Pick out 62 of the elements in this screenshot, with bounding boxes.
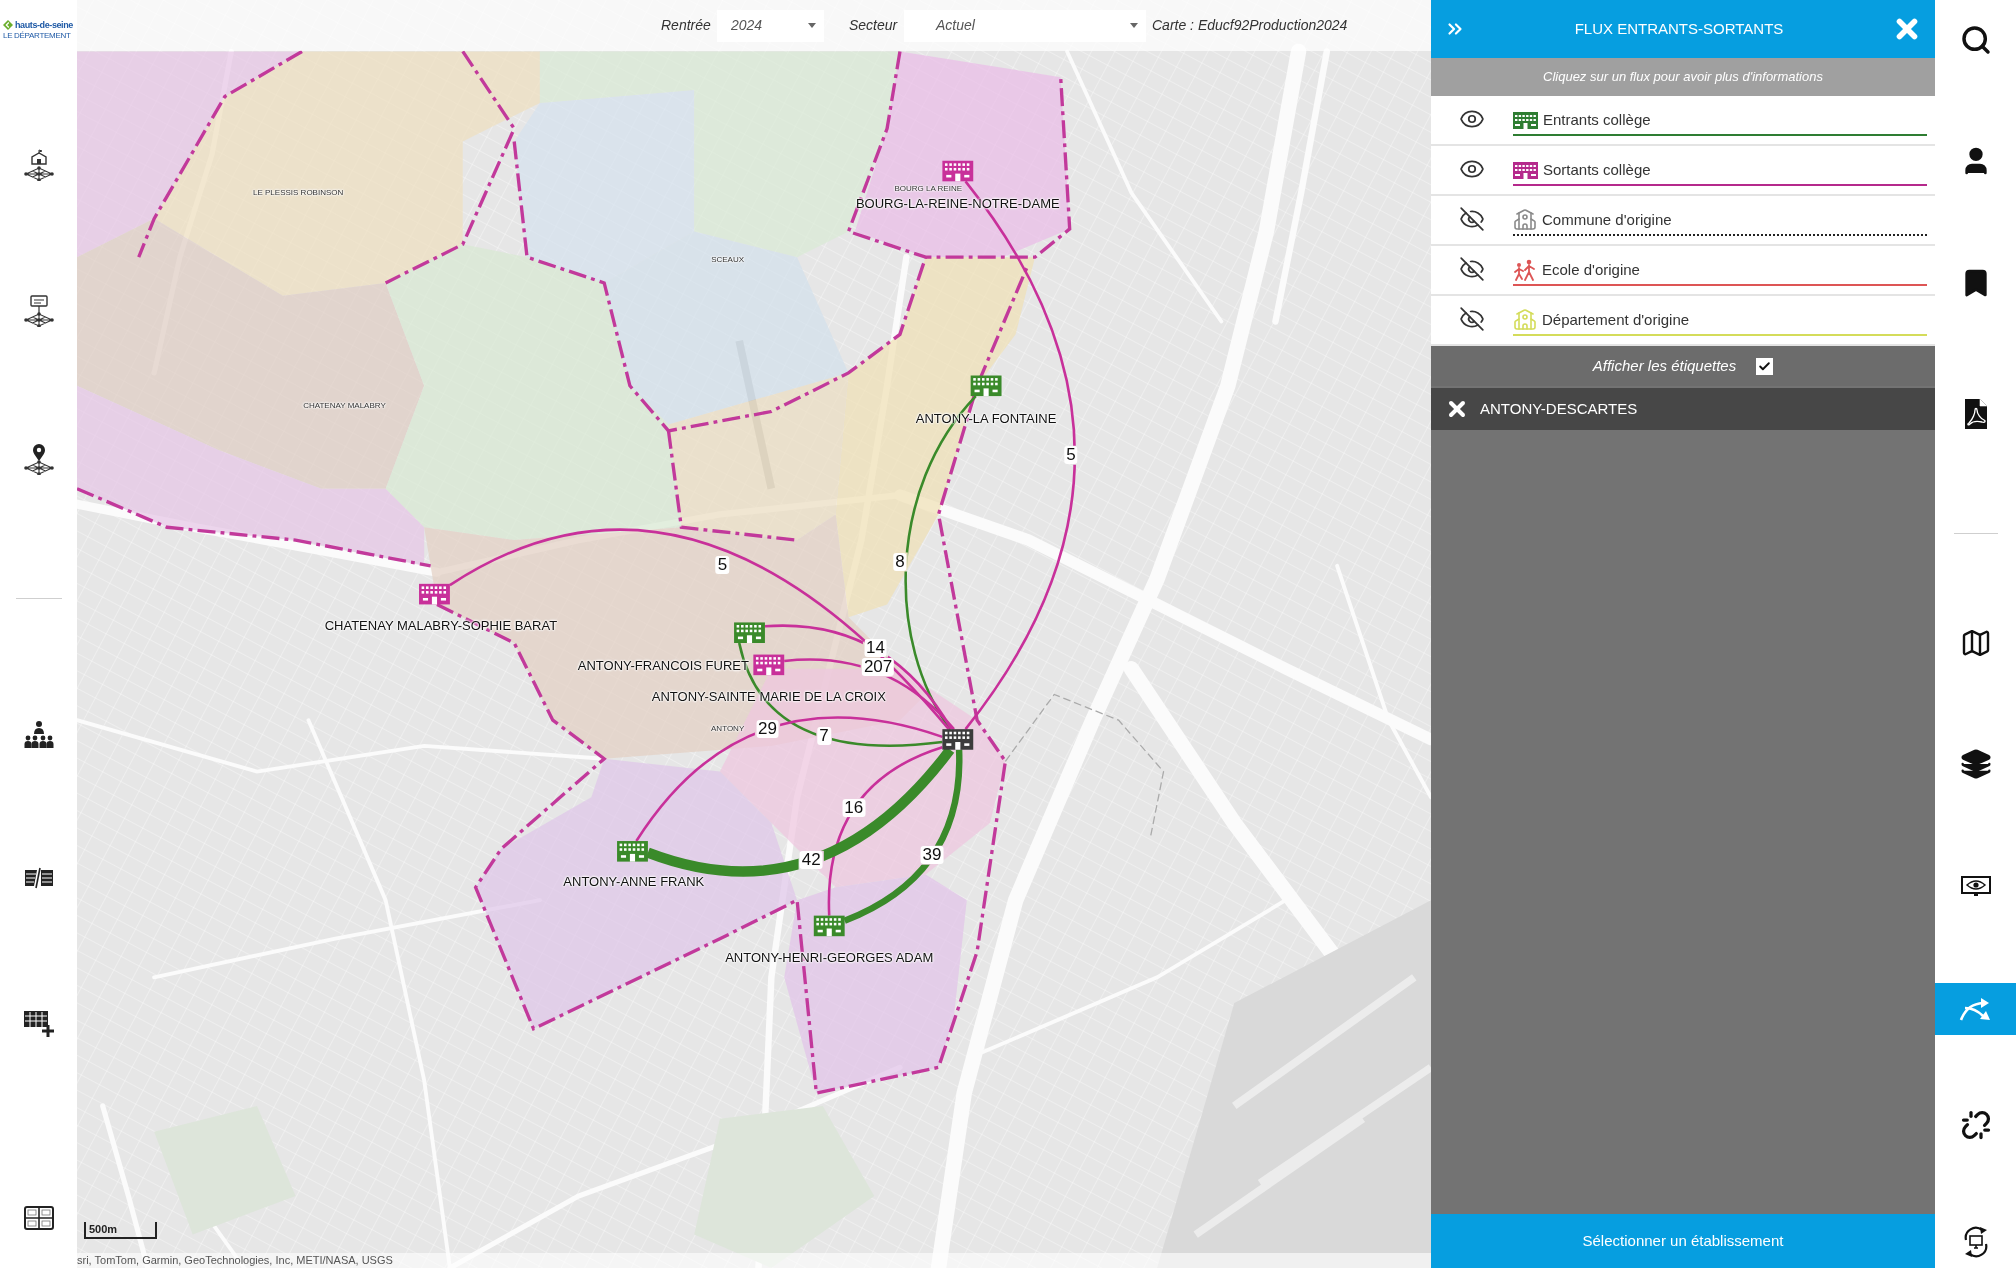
pdf-icon[interactable]	[1964, 399, 1987, 429]
curved-arrows-icon[interactable]	[1958, 996, 1993, 1022]
map-name: Carte : Educf92Production2024	[1152, 16, 1348, 35]
scale-bar: 500m	[84, 1222, 157, 1239]
logo-name: hauts-de-seine	[15, 20, 73, 30]
school-icon[interactable]	[942, 160, 974, 182]
flow-count-label[interactable]: 207	[861, 658, 895, 677]
building-icon	[1513, 208, 1537, 232]
logo-tagline: LE DÉPARTEMENT	[3, 32, 71, 40]
building-icon	[1513, 308, 1537, 332]
flow-count-label[interactable]: 5	[1064, 446, 1078, 465]
school-icon[interactable]	[753, 654, 785, 676]
caret-icon	[1130, 23, 1138, 28]
school-icon[interactable]	[942, 729, 974, 750]
dropdown-select[interactable]: 2024	[717, 9, 824, 42]
building-network-icon[interactable]	[22, 149, 55, 181]
school-building-icon	[1513, 161, 1538, 179]
checkbox[interactable]	[1756, 357, 1774, 375]
logo[interactable]: hauts-de-seine LE DÉPARTEMENT	[0, 0, 77, 60]
diamond-logo-icon	[3, 20, 13, 30]
signboard-network-icon[interactable]	[22, 295, 55, 327]
legend-item[interactable]: Sortants collège	[1513, 156, 1927, 186]
eye-off-icon[interactable]	[1459, 256, 1485, 282]
search-icon[interactable]	[1959, 24, 1992, 56]
pin-network-icon[interactable]	[22, 443, 55, 475]
field-label: Rentrée	[661, 16, 712, 35]
people-group-icon[interactable]	[22, 719, 55, 751]
panel-hint: Cliquez sur un flux pour avoir plus d'informations	[1431, 58, 1935, 96]
commune-label: ANTONY	[711, 725, 745, 734]
layers-icon[interactable]	[1959, 748, 1992, 780]
school-name-label: ANTONY-HENRI-GEORGES ADAM	[725, 950, 934, 964]
school-name-label: ANTONY-ANNE FRANK	[563, 874, 705, 888]
check-icon	[1758, 359, 1772, 373]
children-icon	[1513, 259, 1537, 281]
eye-screen-icon[interactable]	[1960, 876, 1991, 896]
flow-line[interactable]	[827, 745, 943, 916]
panel-title: FLUX ENTRANTS-SORTANTS	[1573, 18, 1785, 39]
unlink-icon[interactable]	[1960, 1110, 1991, 1140]
legend-item[interactable]: Commune d'origine	[1513, 206, 1927, 236]
selected-school-name: ANTONY-DESCARTES	[1480, 398, 1638, 419]
school-icon[interactable]	[419, 583, 450, 605]
flow-count-label[interactable]: 14	[864, 639, 887, 658]
legend-item[interactable]: Département d'origine	[1513, 306, 1927, 336]
labels-toggle-label: Afficher les étiquettes	[1592, 355, 1737, 376]
eye-off-icon[interactable]	[1459, 206, 1485, 232]
commune-label: SCEAUX	[711, 255, 745, 264]
legend-item[interactable]: Ecole d'origine	[1513, 256, 1927, 286]
field-label: Secteur	[849, 16, 899, 35]
flow-line[interactable]	[843, 749, 963, 924]
dropdown-select[interactable]: Actuel	[904, 9, 1146, 42]
flow-count-label[interactable]: 42	[799, 851, 823, 870]
commune-label: LE PLESSIS ROBINSON	[253, 188, 344, 197]
legend-item[interactable]: Entrants collège	[1513, 106, 1927, 136]
flow-count-label[interactable]: 29	[756, 720, 779, 739]
map-attribution: sri, TomTom, Garmin, GeoTechnologies, Inc, METI/NASA, USGS	[77, 1253, 1431, 1268]
commune-label: BOURG LA REINE	[894, 185, 962, 194]
caret-icon	[808, 23, 816, 28]
eye-off-icon[interactable]	[1459, 306, 1485, 332]
flow-count-label[interactable]: 39	[920, 846, 944, 865]
commune-label: CHATENAY MALABRY	[303, 402, 386, 411]
school-building-icon	[1513, 111, 1538, 129]
flow-line[interactable]	[635, 716, 943, 842]
